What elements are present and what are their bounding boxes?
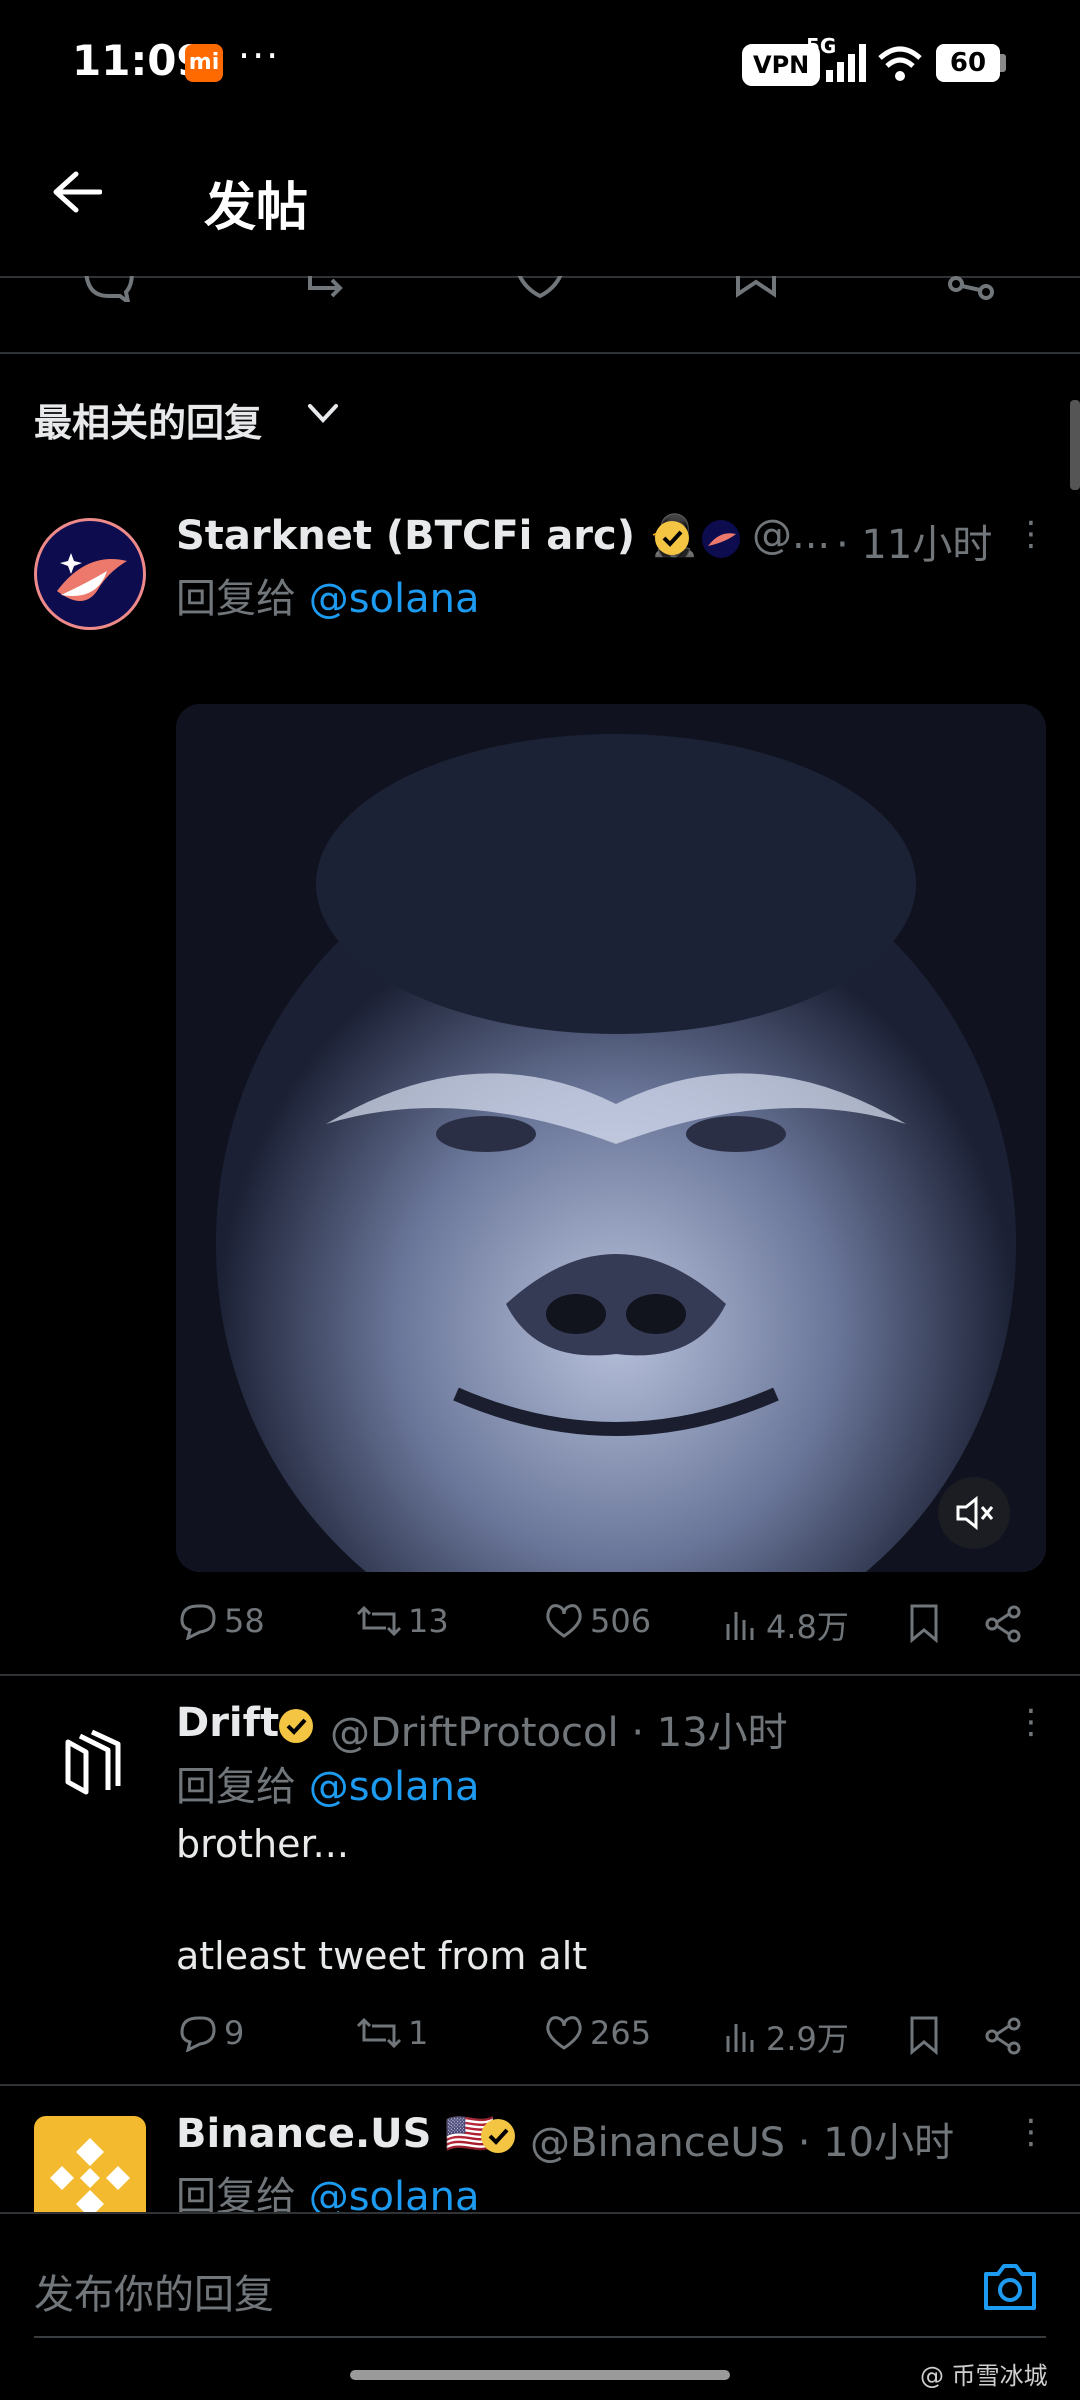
share-icon[interactable]: [984, 1604, 1024, 1644]
repost-count[interactable]: 1: [356, 2014, 428, 2052]
verified-badge-icon: [279, 1709, 313, 1743]
more-options-icon[interactable]: ⋮: [1014, 1702, 1048, 1742]
speaker-muted-icon: [956, 1495, 994, 1531]
like-count-value: 265: [590, 2014, 652, 2052]
verified-badge-icon: [481, 2119, 515, 2153]
reply-to-prefix: 回复给: [176, 576, 309, 622]
sort-replies-label[interactable]: 最相关的回复: [34, 392, 262, 447]
battery-level: 60: [936, 44, 1000, 82]
repost-icon[interactable]: [300, 276, 356, 302]
affiliate-badge-icon: [702, 520, 740, 558]
post-author-name[interactable]: Binance.US 🇺🇸: [176, 2110, 495, 2157]
views-chart-icon: [726, 2024, 754, 2052]
repost-icon: [356, 1605, 402, 1637]
gorilla-video-frame: [176, 704, 1046, 1572]
reply-count-value: 58: [224, 1602, 265, 1640]
reply-to-prefix: 回复给: [176, 1764, 309, 1810]
repost-count[interactable]: 13: [356, 1602, 449, 1640]
repost-count-value: 1: [408, 2014, 429, 2052]
page-title: 发帖: [204, 178, 309, 238]
repost-icon: [356, 2017, 402, 2049]
post-text-line: brother...: [176, 1822, 349, 1866]
camera-icon[interactable]: [980, 2258, 1040, 2314]
heart-icon: [546, 1604, 582, 1638]
like-count[interactable]: 506: [544, 1602, 651, 1640]
actions-divider: [0, 352, 1080, 354]
reply-count-value: 9: [224, 2014, 245, 2052]
composer-divider: [0, 2212, 1080, 2214]
reply-to-mention[interactable]: @solana: [309, 576, 480, 622]
like-count-value: 506: [590, 1602, 652, 1640]
post-author-name[interactable]: Starknet (BTCFi arc) 🥷: [176, 512, 699, 559]
post-handle[interactable]: @...: [752, 512, 830, 558]
views-chart-icon: [726, 1612, 754, 1640]
post-divider: [0, 1674, 1080, 1676]
post-time: · 11小时: [836, 522, 993, 568]
scrollbar[interactable]: [1070, 400, 1080, 490]
like-count[interactable]: 265: [544, 2014, 651, 2052]
main-post-actions: [0, 276, 1080, 352]
heart-icon: [546, 2016, 582, 2050]
post-handle[interactable]: @BinanceUS · 10小时: [530, 2110, 954, 2168]
reply-icon[interactable]: [80, 276, 136, 302]
post-text-line: atleast tweet from alt: [176, 1934, 588, 1978]
chevron-down-icon[interactable]: [306, 402, 340, 426]
input-underline: [34, 2336, 1046, 2338]
view-count-value: 2.9万: [766, 2020, 849, 2058]
reply-input[interactable]: 发布你的回复: [34, 2262, 274, 2320]
drift-logo-icon: [65, 1729, 121, 1795]
avatar-starknet[interactable]: [34, 518, 146, 630]
reply-to-line: 回复给 @solana: [176, 1754, 480, 1812]
wifi-icon: [878, 46, 922, 81]
post-video[interactable]: [176, 704, 1046, 1572]
share-icon[interactable]: [944, 276, 1000, 302]
battery-tip: [1000, 54, 1006, 72]
bookmark-icon[interactable]: [908, 1604, 940, 1644]
reply-count[interactable]: 58: [178, 1602, 265, 1640]
reply-icon: [180, 1604, 216, 1640]
reply-to-mention[interactable]: @solana: [309, 1764, 480, 1810]
bookmark-icon[interactable]: [908, 2016, 940, 2056]
share-icon[interactable]: [984, 2016, 1024, 2056]
home-indicator[interactable]: [350, 2370, 730, 2380]
post-handle[interactable]: @DriftProtocol · 13小时: [330, 1700, 788, 1758]
avatar-drift[interactable]: [34, 1706, 146, 1818]
view-count-value: 4.8万: [766, 1608, 849, 1646]
starknet-logo-icon: [57, 553, 127, 601]
post-divider: [0, 2084, 1080, 2086]
more-notifications-icon: ···: [238, 34, 281, 78]
status-bar: 11:09 mi ··· VPN 5G 60: [0, 0, 1080, 120]
mi-notification-icon: mi: [185, 44, 223, 82]
back-arrow-icon[interactable]: [52, 170, 102, 214]
signal-icon: [826, 44, 866, 82]
verified-badge-icon: [655, 521, 689, 555]
view-count[interactable]: 4.8万: [724, 1602, 849, 1648]
view-count[interactable]: 2.9万: [724, 2014, 849, 2060]
reply-to-line: 回复给 @solana: [176, 566, 480, 624]
like-icon[interactable]: [512, 276, 568, 302]
bookmark-icon[interactable]: [732, 276, 780, 302]
reply-icon: [180, 2016, 216, 2052]
repost-count-value: 13: [408, 1602, 449, 1640]
watermark: @ 币雪冰城: [920, 2362, 1048, 2390]
mute-button[interactable]: [938, 1477, 1010, 1549]
post-author-name[interactable]: Drift: [176, 1700, 279, 1746]
more-options-icon[interactable]: ⋮: [1014, 514, 1048, 554]
reply-count[interactable]: 9: [178, 2014, 244, 2052]
more-options-icon[interactable]: ⋮: [1014, 2112, 1048, 2152]
